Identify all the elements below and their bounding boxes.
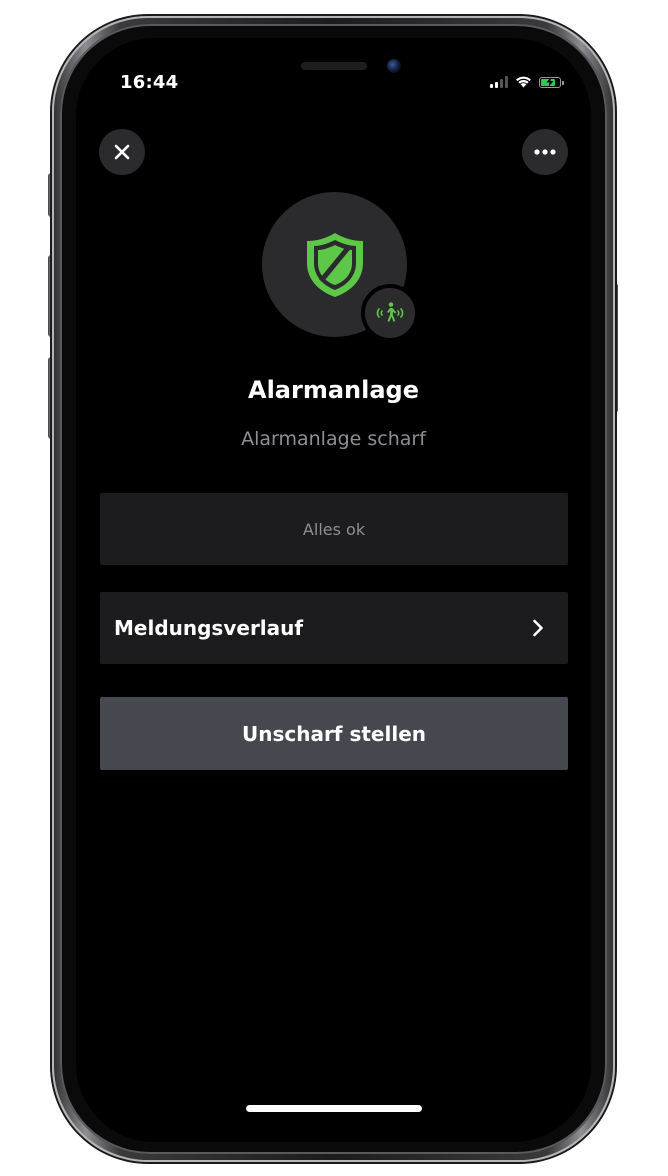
close-button[interactable] <box>99 129 145 175</box>
device-status: Alarmanlage scharf <box>241 428 426 450</box>
status-message-panel: Alles ok <box>100 493 568 565</box>
wifi-icon <box>516 76 531 88</box>
shield-icon <box>306 232 363 297</box>
chevron-right-icon <box>533 619 543 637</box>
disarm-button[interactable]: Unscharf stellen <box>100 697 568 770</box>
battery-charging-icon <box>539 77 564 88</box>
phone-mockup: 16:44 Alarmanlage Alarmanlage scharf All… <box>0 0 668 1176</box>
status-message: Alles ok <box>302 519 366 539</box>
close-icon <box>114 144 130 160</box>
earpiece-speaker <box>301 62 367 70</box>
motion-sensor-badge <box>361 284 419 342</box>
message-history-label: Meldungsverlauf <box>114 616 304 640</box>
more-horizontal-icon <box>534 149 556 155</box>
disarm-label: Unscharf stellen <box>241 721 427 746</box>
message-history-row[interactable]: Meldungsverlauf <box>100 592 568 664</box>
status-icons <box>490 74 564 88</box>
front-camera <box>387 59 401 73</box>
more-options-button[interactable] <box>522 129 568 175</box>
device-title: Alarmanlage <box>248 376 419 404</box>
home-indicator[interactable] <box>246 1105 422 1112</box>
motion-sensor-icon <box>376 302 404 322</box>
status-time: 16:44 <box>120 72 179 93</box>
cellular-signal-icon <box>490 76 508 88</box>
app-screen: 16:44 Alarmanlage Alarmanlage scharf All… <box>76 38 591 1142</box>
